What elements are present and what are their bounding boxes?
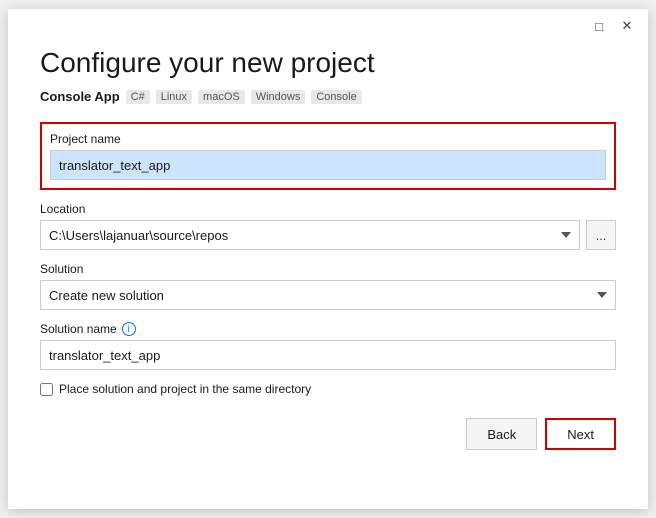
location-select[interactable]: C:\Users\lajanuar\source\repos bbox=[40, 220, 580, 250]
solution-section: Solution Create new solution bbox=[40, 262, 616, 310]
tag-csharp: C# bbox=[126, 90, 150, 104]
info-icon[interactable]: i bbox=[122, 322, 136, 336]
tag-macos: macOS bbox=[198, 90, 245, 104]
browse-button[interactable]: ... bbox=[586, 220, 616, 250]
title-bar: □ ✕ bbox=[590, 17, 636, 35]
location-section: Location C:\Users\lajanuar\source\repos … bbox=[40, 202, 616, 250]
subtitle-row: Console App C# Linux macOS Windows Conso… bbox=[40, 89, 616, 104]
location-label: Location bbox=[40, 202, 616, 216]
tag-console: Console bbox=[311, 90, 361, 104]
tag-windows: Windows bbox=[251, 90, 306, 104]
minimize-button[interactable]: □ bbox=[590, 17, 608, 35]
project-name-section: Project name bbox=[40, 122, 616, 190]
same-directory-row: Place solution and project in the same d… bbox=[40, 382, 616, 396]
solution-name-label: Solution name i bbox=[40, 322, 616, 336]
solution-name-section: Solution name i bbox=[40, 322, 616, 370]
same-directory-label: Place solution and project in the same d… bbox=[59, 382, 311, 396]
configure-project-dialog: □ ✕ Configure your new project Console A… bbox=[8, 9, 648, 509]
solution-label: Solution bbox=[40, 262, 616, 276]
project-name-input[interactable] bbox=[50, 150, 606, 180]
tag-linux: Linux bbox=[156, 90, 192, 104]
same-directory-checkbox[interactable] bbox=[40, 383, 53, 396]
next-button[interactable]: Next bbox=[545, 418, 616, 450]
footer-buttons: Back Next bbox=[40, 418, 616, 450]
close-button[interactable]: ✕ bbox=[618, 17, 636, 35]
project-name-label: Project name bbox=[50, 132, 606, 146]
solution-select[interactable]: Create new solution bbox=[40, 280, 616, 310]
solution-name-input[interactable] bbox=[40, 340, 616, 370]
location-row: C:\Users\lajanuar\source\repos ... bbox=[40, 220, 616, 250]
page-title: Configure your new project bbox=[40, 47, 616, 79]
back-button[interactable]: Back bbox=[466, 418, 537, 450]
app-type-label: Console App bbox=[40, 89, 120, 104]
